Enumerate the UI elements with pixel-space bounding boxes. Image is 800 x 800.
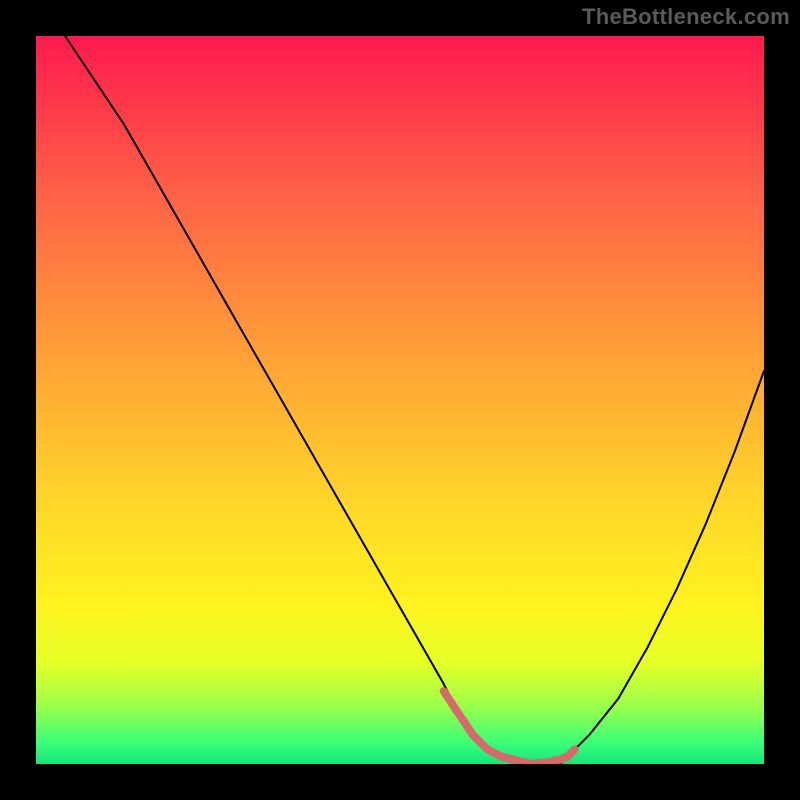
series-optimal-band [444,691,575,764]
curve-layer [65,36,764,764]
chart-frame: TheBottleneck.com [0,0,800,800]
series-bottleneck-curve [65,36,764,764]
watermark-text: TheBottleneck.com [582,4,790,30]
plot-area [36,36,764,764]
chart-svg [36,36,764,764]
